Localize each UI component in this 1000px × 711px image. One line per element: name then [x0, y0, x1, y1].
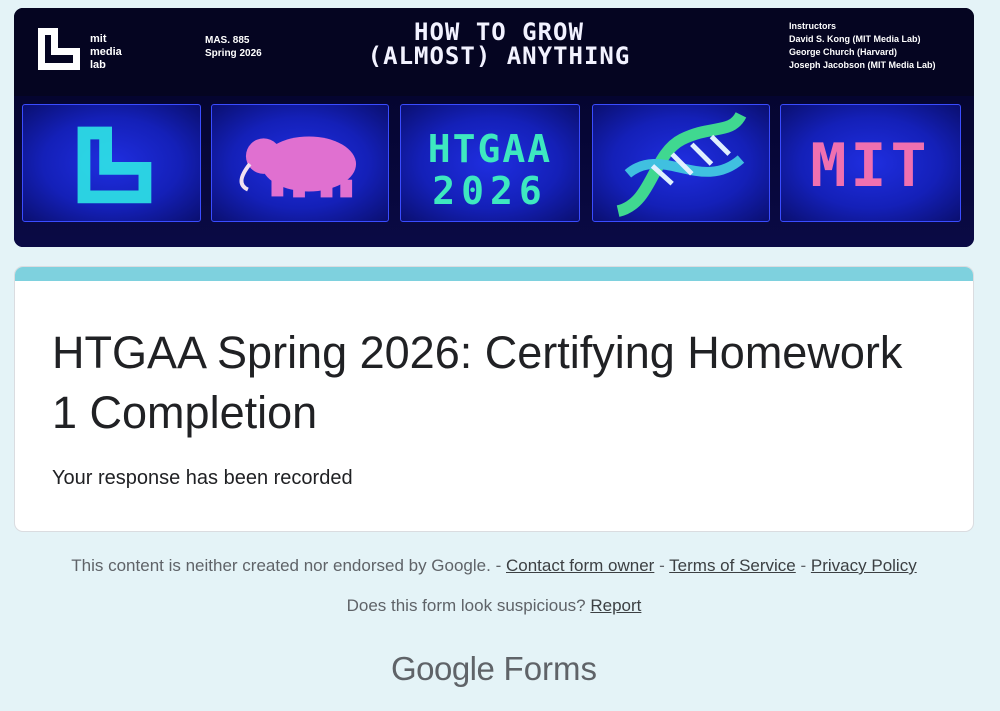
panel-mit-text: MIT — [810, 131, 931, 201]
panel-dna — [592, 104, 770, 222]
report-link[interactable]: Report — [590, 596, 641, 615]
disclaimer-text: This content is neither created nor endo… — [71, 556, 491, 575]
header-banner-image: mit media lab MAS. 885 Spring 2026 HOW T… — [14, 8, 974, 247]
confirmation-card: HTGAA Spring 2026: Certifying Homework 1… — [14, 266, 974, 532]
course-term: Spring 2026 — [205, 48, 262, 59]
panel-htgaa-2026: HTGAA 2026 — [400, 104, 580, 222]
media-lab-logo-led-icon — [77, 126, 152, 204]
media-lab-wordmark: mit media lab — [90, 33, 122, 71]
panel-mammoth — [211, 104, 389, 222]
banner-title: HOW TO GROW (ALMOST) ANYTHING — [367, 18, 631, 70]
banner-panels: HTGAA 2026 MIT — [14, 96, 974, 247]
panel-logo — [22, 104, 201, 222]
panel-mit: MIT — [780, 104, 961, 222]
panel-year-text: 2026 — [432, 169, 548, 213]
panel-htgaa-text: HTGAA — [427, 127, 553, 171]
contact-owner-link[interactable]: Contact form owner — [506, 556, 654, 575]
instructors-heading: Instructors — [789, 21, 837, 31]
form-title: HTGAA Spring 2026: Certifying Homework 1… — [52, 327, 903, 438]
banner-top-strip: mit media lab MAS. 885 Spring 2026 HOW T… — [14, 8, 974, 96]
instructors-list: Instructors David S. Kong (MIT Media Lab… — [789, 21, 936, 70]
card-accent-bar — [15, 267, 973, 281]
suspicious-question: Does this form look suspicious? — [346, 596, 586, 615]
suspicious-form-line: Does this form look suspicious? Report — [0, 596, 988, 616]
google-forms-logo[interactable]: Google Forms — [0, 650, 988, 688]
forms-wordmark: Forms — [503, 650, 598, 687]
media-lab-logo-icon — [38, 28, 80, 70]
course-info: MAS. 885 Spring 2026 — [205, 34, 262, 60]
privacy-policy-link[interactable]: Privacy Policy — [811, 556, 917, 575]
footer-disclaimer: This content is neither created nor endo… — [71, 556, 917, 575]
confirmation-message: Your response has been recorded — [52, 467, 353, 489]
terms-of-service-link[interactable]: Terms of Service — [669, 556, 796, 575]
course-code: MAS. 885 — [205, 35, 250, 46]
mammoth-icon — [239, 136, 357, 198]
dna-helix-icon — [616, 111, 747, 217]
google-wordmark: Google — [390, 650, 495, 687]
